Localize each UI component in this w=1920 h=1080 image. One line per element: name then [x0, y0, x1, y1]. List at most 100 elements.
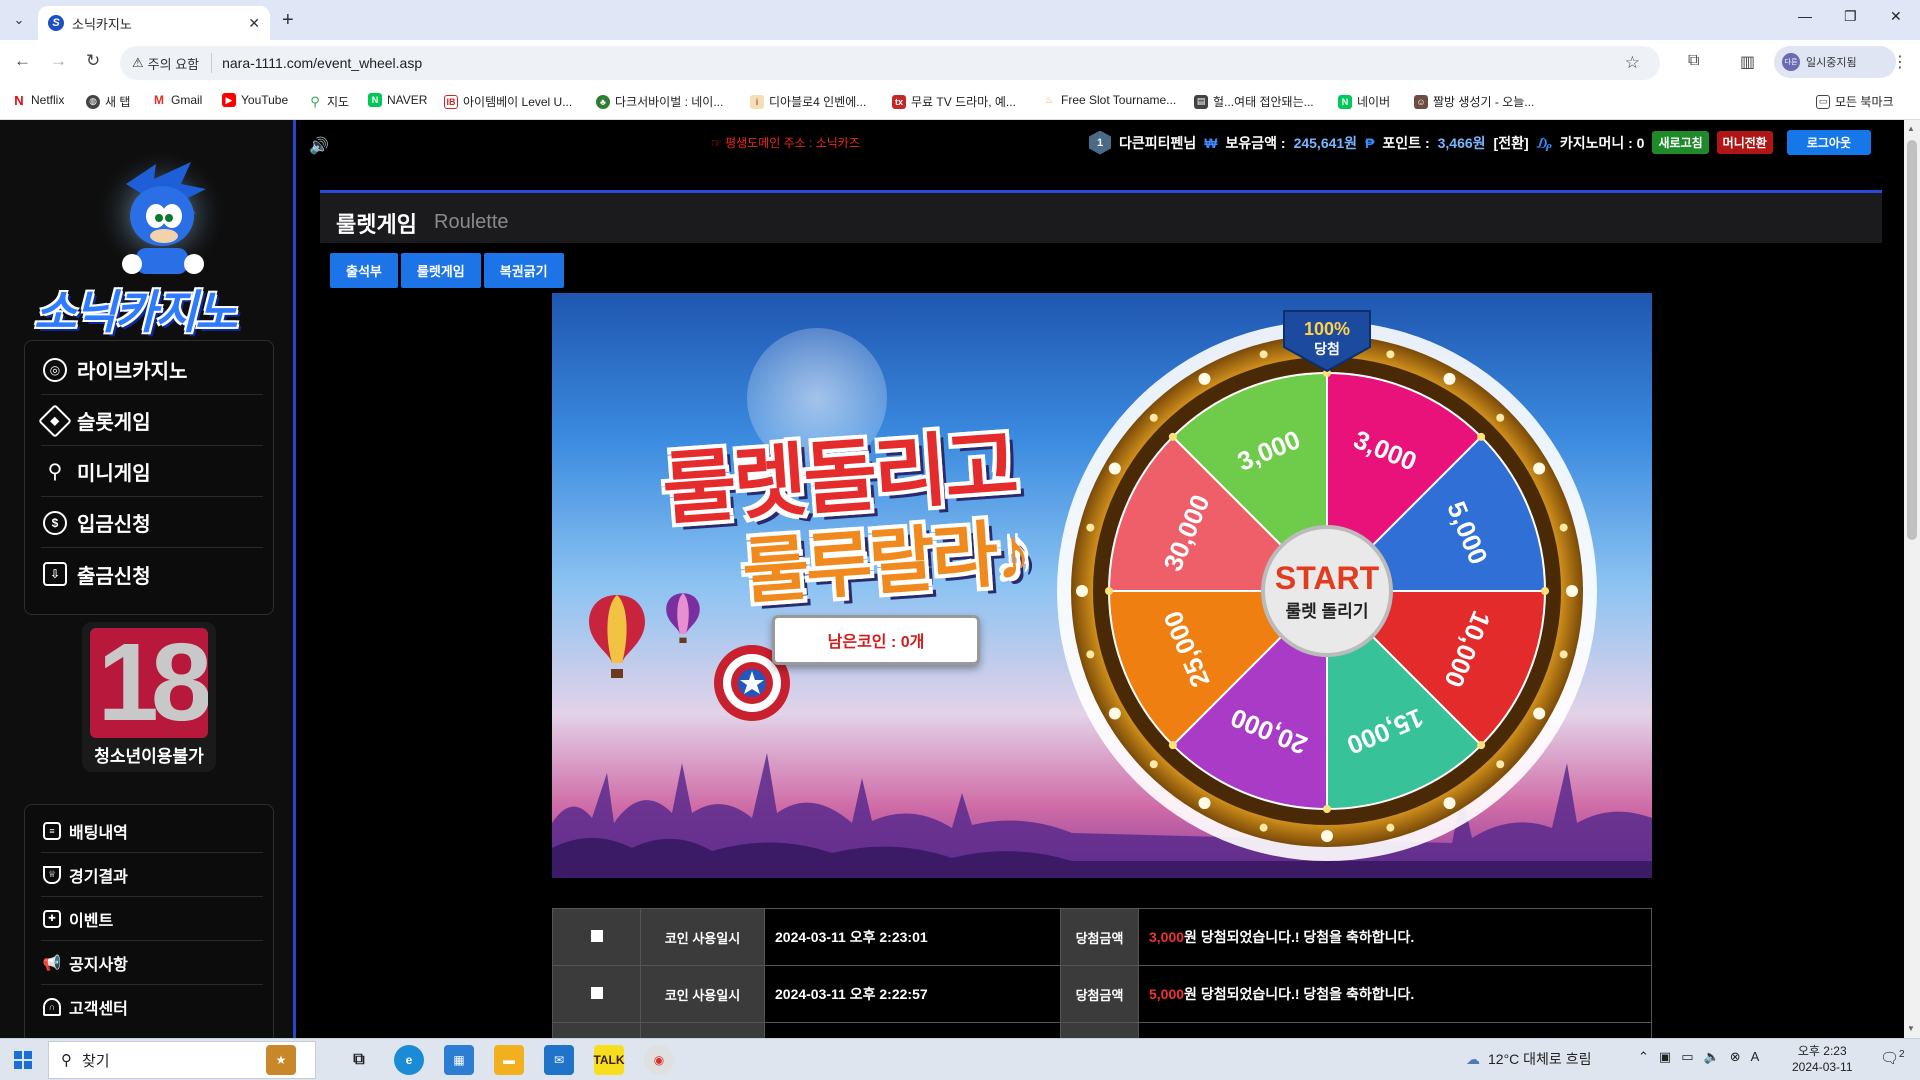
refresh-button[interactable]: 새로고침 [1652, 131, 1709, 154]
point-convert-link[interactable]: [전환] [1494, 133, 1529, 153]
menu-betting-history[interactable]: ≡ 배팅내역 [41, 809, 263, 853]
bookmark-item[interactable]: i 디아블로4 인벤에... [750, 93, 866, 110]
volume-icon[interactable]: 🔈 [1704, 1049, 1720, 1065]
bookmark-item[interactable]: ♨ Free Slot Tourname... [1042, 93, 1176, 107]
chrome-icon[interactable]: ◉ [644, 1045, 674, 1075]
tab-search-icon[interactable]: ⌄ [8, 9, 30, 31]
meet-icon[interactable]: ▣ [1659, 1049, 1671, 1065]
edge-icon[interactable]: e [394, 1045, 424, 1075]
table-row: 코인 사용일시 2024-03-11 오후 2:23:01 당첨금액 3,000… [552, 908, 1652, 966]
casino-money-label: 카지노머니 : 0 [1559, 134, 1645, 151]
tab-roulette[interactable]: 룰렛게임 [400, 253, 481, 288]
menu-mini-game[interactable]: ⚲ 미니게임 [41, 447, 263, 497]
store-icon[interactable]: ▦ [444, 1045, 474, 1075]
rim-light-dot [1533, 462, 1546, 475]
address-bar[interactable]: ⚠ 주의 요함 nara-1111.com/event_wheel.asp ☆ [120, 46, 1660, 80]
bookmark-item[interactable]: N 네이버 [1338, 93, 1390, 110]
minimize-icon[interactable]: — [1798, 8, 1812, 24]
mail-icon[interactable]: ✉ [544, 1045, 574, 1075]
rim-light-dot [1559, 650, 1568, 659]
tab-scratch[interactable]: 복권긁기 [483, 253, 564, 288]
notification-icon[interactable]: 🗨2 [1880, 1049, 1905, 1067]
bookmark-item[interactable]: N NAVER [368, 93, 427, 107]
url-text[interactable]: nara-1111.com/event_wheel.asp [222, 55, 422, 71]
row-checkbox[interactable] [552, 965, 641, 1023]
weather-text: 12°C 대체로 흐림 [1488, 1051, 1592, 1067]
scrollbar-thumb[interactable] [1907, 140, 1917, 540]
reload-icon[interactable]: ↻ [86, 51, 100, 71]
row-checkbox[interactable] [552, 908, 641, 966]
youtube-icon: ▶ [222, 93, 236, 107]
site-logo[interactable]: 소닉카지노 [26, 140, 276, 340]
browser-tab[interactable]: S 소닉카지노 ✕ [38, 6, 270, 40]
menu-match-results[interactable]: ♕ 경기결과 [41, 853, 263, 897]
file-explorer-icon[interactable]: ▬ [494, 1045, 524, 1075]
all-bookmarks[interactable]: ▭ 모든 북마크 [1816, 93, 1894, 110]
scroll-down-icon[interactable]: ▼ [1907, 1024, 1915, 1033]
menu-slot-game[interactable]: ◆ 슬롯게임 [38, 396, 263, 446]
extensions-icon[interactable]: ⧉ [1688, 52, 1699, 70]
bookmark-item[interactable]: ♣ 다크서바이벌 : 네이... [596, 93, 723, 110]
input-language[interactable]: A [1751, 1049, 1760, 1065]
balance-label: 보유금액 : [1225, 134, 1286, 151]
bookmark-item[interactable]: M Gmail [152, 93, 202, 107]
money-convert-button[interactable]: 머니전환 [1716, 131, 1773, 154]
restore-icon[interactable]: ❐ [1844, 8, 1857, 25]
security-warning[interactable]: ⚠ 주의 요함 [132, 53, 213, 73]
logout-button[interactable]: 로그아웃 [1786, 130, 1871, 155]
start-label[interactable]: START [1275, 560, 1380, 596]
speaker-icon[interactable]: 🔊 [309, 136, 329, 156]
menu-customer-center[interactable]: ∩ 고객센터 [41, 985, 263, 1029]
bookmark-item[interactable]: ▶ YouTube [222, 93, 288, 107]
menu-deposit[interactable]: $ 입금신청 [41, 498, 263, 548]
bookmark-item[interactable]: ▤ 헐...여태 접안돼는... [1194, 93, 1314, 110]
forward-icon[interactable]: → [50, 51, 67, 71]
window-close-icon[interactable]: ✕ [1890, 8, 1902, 25]
weather-widget[interactable]: ☁ 12°C 대체로 흐림 [1466, 1049, 1591, 1069]
windows-start-icon[interactable] [14, 1051, 32, 1069]
page-scrollbar[interactable]: ▲ ▼ [1904, 120, 1920, 1038]
banner-headline-2: 룰루랄라♪ [740, 513, 1031, 613]
notification-count: 2 [1899, 1049, 1905, 1060]
bookmark-star-icon[interactable]: ☆ [1625, 53, 1640, 73]
menu-notice[interactable]: 📢 공지사항 [41, 941, 263, 985]
megaphone-icon: 📢 [42, 954, 62, 972]
kakaotalk-icon[interactable]: TALK [593, 1045, 625, 1075]
roulette-wheel[interactable]: 3,0005,00010,00015,00020,00025,00030,000… [1052, 299, 1612, 871]
mute-icon[interactable]: ⊗ [1730, 1049, 1741, 1065]
new-tab-button[interactable]: + [282, 9, 294, 32]
bookmark-item[interactable]: ⚲ 지도 [308, 93, 349, 110]
search-highlight-icon[interactable]: ★ [266, 1045, 296, 1075]
task-view-icon[interactable]: ⧉ [344, 1045, 374, 1075]
menu-label: 슬롯게임 [77, 412, 151, 434]
chevron-up-icon[interactable]: ⌃ [1638, 1049, 1649, 1065]
menu-live-casino[interactable]: ◎ 라이브카지노 [41, 345, 263, 395]
menu-event[interactable]: ✚ 이벤트 [41, 897, 263, 941]
won-icon: ₩ [1204, 134, 1218, 151]
scroll-up-icon[interactable]: ▲ [1907, 124, 1915, 133]
profile-status: 일시중지됨 [1806, 57, 1857, 69]
rim-light-dot [1108, 707, 1121, 720]
win-amount: 3,000 [1149, 929, 1185, 945]
bookmark-item[interactable]: ◍ 새 탭 [86, 93, 130, 110]
meme-icon: ☺ [1414, 94, 1428, 109]
taskbar-clock[interactable]: 오후 2:23 2024-03-11 [1792, 1043, 1853, 1075]
more-menu-icon[interactable]: ⋮ [1892, 52, 1908, 72]
bookmark-item[interactable]: N Netflix [12, 93, 64, 108]
tab-attendance[interactable]: 출석부 [330, 253, 398, 288]
tab-close-icon[interactable]: ✕ [248, 15, 260, 32]
rim-light-dot [1443, 372, 1456, 385]
rim-light-dot [1443, 797, 1456, 810]
bookmark-item[interactable]: tx 무료 TV 드라마, 예... [892, 93, 1016, 110]
profile-button[interactable]: 다른 일시중지됨 [1774, 46, 1896, 78]
bookmark-item[interactable]: ☺ 짤방 생성기 - 오늘... [1414, 93, 1534, 110]
bookmark-item[interactable]: IB 아이템베이 Level U... [444, 93, 572, 110]
side-panel-icon[interactable]: ▥ [1740, 52, 1755, 72]
security-warning-label: 주의 요함 [147, 56, 200, 72]
row-checkbox[interactable] [552, 1022, 641, 1038]
network-icon[interactable]: ▭ [1681, 1049, 1693, 1065]
cloud-icon: ☁ [1466, 1050, 1480, 1067]
back-icon[interactable]: ← [14, 51, 31, 71]
windows-taskbar: ⚲ 찾기 ★ ⧉ e ▦ ▬ ✉ TALK ◉ ☁ 12°C 대체로 흐림 ⌃ … [0, 1038, 1920, 1080]
menu-withdraw[interactable]: ⇩ 출금신청 [41, 549, 263, 599]
